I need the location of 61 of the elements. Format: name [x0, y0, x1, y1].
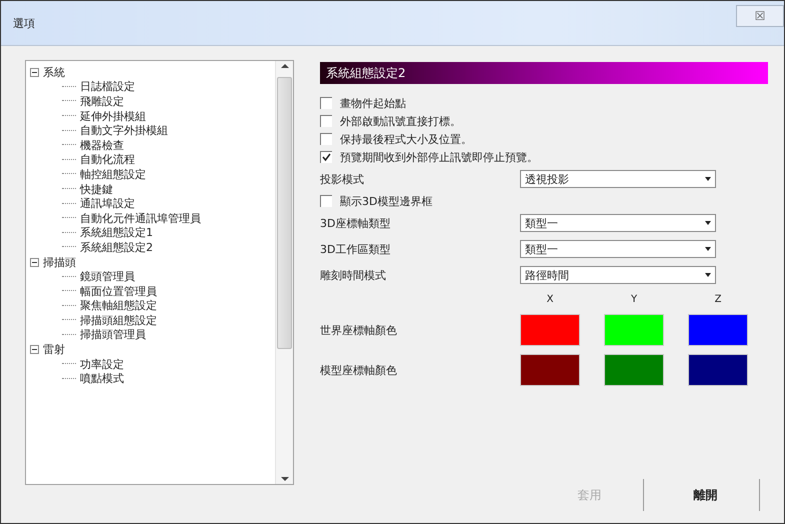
axis-label: X [546, 294, 554, 304]
scrollbar[interactable] [275, 61, 293, 484]
checkbox-label: 顯示3D模型邊界框 [340, 194, 432, 208]
field-label: 3D座標軸類型 [320, 216, 390, 230]
checkbox[interactable] [320, 115, 332, 127]
tree-item[interactable]: 自動化流程 [80, 152, 135, 168]
tree-item[interactable]: 延伸外掛模組 [80, 108, 146, 124]
tree-item[interactable]: 系統組態設定2 [80, 240, 153, 255]
dropdown[interactable]: 類型一 [520, 240, 716, 258]
scroll-up-icon[interactable] [280, 63, 288, 69]
checkbox-label: 保持最後程式大小及位置。 [340, 132, 472, 146]
dialog-button[interactable]: 離開 [652, 479, 760, 511]
tree-item[interactable]: 自動文字外掛模組 [80, 123, 168, 138]
color-swatch[interactable] [520, 354, 580, 386]
tree-item[interactable]: 掃描頭管理員 [80, 327, 146, 342]
checkbox[interactable] [320, 151, 332, 163]
tree-item[interactable]: 噴點模式 [80, 371, 124, 386]
checkbox[interactable] [320, 97, 332, 109]
tree-item[interactable]: 幅面位置管理員 [80, 284, 157, 299]
tree-item[interactable]: 飛雕設定 [80, 94, 124, 109]
tree-item[interactable]: 聚焦軸組態設定 [80, 298, 157, 314]
tree-item[interactable]: 通訊埠設定 [80, 196, 135, 212]
collapse-icon[interactable] [30, 258, 39, 267]
checkbox-label: 外部啟動訊號直接打標。 [340, 114, 461, 128]
section-header: 系統組態設定2 [320, 62, 768, 84]
tree-item[interactable]: 系統組態設定1 [80, 225, 153, 240]
color-swatch[interactable] [688, 354, 748, 386]
collapse-icon[interactable] [30, 345, 39, 354]
checkbox[interactable] [320, 195, 332, 207]
field-label: 3D工作區類型 [320, 242, 390, 256]
tree-item[interactable]: 鏡頭管理員 [80, 269, 135, 284]
window-title: 選項 [13, 16, 35, 30]
tree-item[interactable]: 自動化元件通訊埠管理員 [80, 210, 201, 226]
axis-label: Y [630, 294, 638, 304]
tree-item[interactable]: 機器檢查 [80, 138, 124, 153]
checkbox-label: 預覽期間收到外部停止訊號即停止預覽。 [340, 150, 538, 164]
dropdown[interactable]: 路徑時間 [520, 266, 716, 284]
checkbox[interactable] [320, 133, 332, 145]
tree-item[interactable]: 功率設定 [80, 356, 124, 372]
tree-item[interactable]: 掃描頭 [43, 254, 76, 270]
tree-item[interactable]: 雷射 [43, 342, 65, 358]
field-label: 模型座標軸顏色 [320, 364, 397, 376]
color-swatch[interactable] [604, 354, 664, 386]
field-label: 投影模式 [320, 172, 364, 186]
color-swatch[interactable] [688, 314, 748, 346]
tree-item[interactable]: 軸控組態設定 [80, 166, 146, 182]
close-button[interactable]: ☒ [736, 5, 784, 27]
dropdown[interactable]: 透視投影 [520, 170, 716, 188]
tree-item[interactable]: 日誌檔設定 [80, 79, 135, 94]
dropdown[interactable]: 類型一 [520, 214, 716, 232]
field-label: 世界座標軸顏色 [320, 324, 397, 336]
color-swatch[interactable] [520, 314, 580, 346]
tree-item[interactable]: 掃描頭組態設定 [80, 312, 157, 328]
tree-item[interactable]: 快捷鍵 [80, 182, 113, 197]
scroll-down-icon[interactable] [280, 476, 288, 482]
color-swatch[interactable] [604, 314, 664, 346]
tree-item[interactable]: 系統 [43, 64, 65, 80]
field-label: 雕刻時間模式 [320, 268, 386, 282]
axis-label: Z [714, 294, 722, 304]
checkbox-label: 畫物件起始點 [340, 96, 406, 110]
collapse-icon[interactable] [30, 68, 39, 77]
